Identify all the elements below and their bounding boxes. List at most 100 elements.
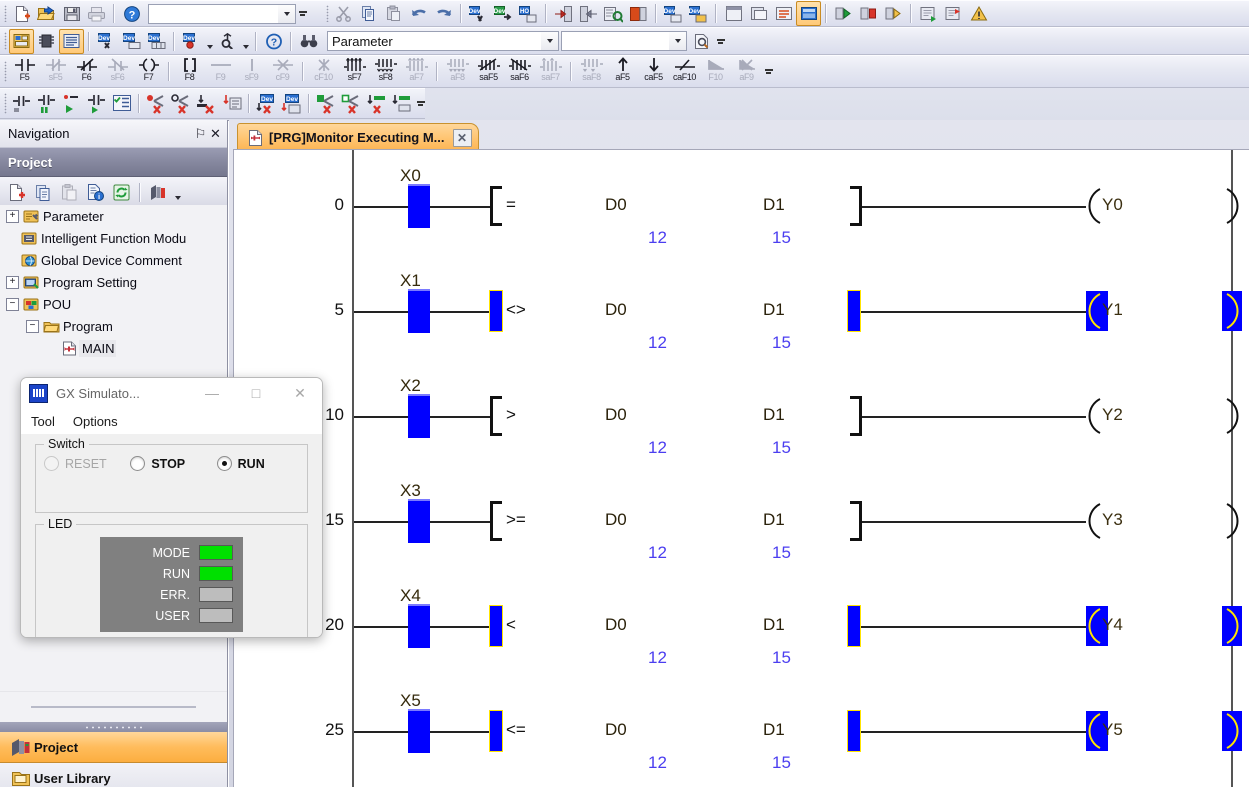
find-document-button[interactable] [689,29,714,54]
clear-all-settings-button[interactable] [314,91,339,116]
window-list-button[interactable] [746,1,771,26]
invert-operation-results-button[interactable]: saF6 [504,56,535,87]
data-property-button[interactable]: i [83,180,108,205]
delete-all-breakpoints-button[interactable] [144,91,169,116]
monitor-mode-button[interactable] [9,91,34,116]
input-contact[interactable] [408,709,430,753]
warning-button[interactable] [966,1,991,26]
ladder-rung[interactable]: 0 X0 = D0 12 D1 15 Y0 [234,164,1249,269]
coil-button[interactable]: F7 [133,56,164,87]
tree-item-main[interactable]: MAIN [0,337,227,359]
device-replace-button[interactable]: Dev [491,1,516,26]
nav-bottom-item-user-library[interactable]: User Library [0,763,227,787]
device-grid-button[interactable]: Dev [144,29,169,54]
device-find-button[interactable]: Dev [466,1,491,26]
monitor-start-button[interactable] [831,1,856,26]
help-button[interactable]: ? [119,1,144,26]
copy-button[interactable] [356,1,381,26]
gx-simulator-dialog[interactable]: GX Simulato... — □ ✕ Tool Options Switch… [20,377,323,638]
view-switch-button[interactable] [146,180,171,205]
save-button[interactable] [59,1,84,26]
clear-skip-range-button[interactable] [194,91,219,116]
rising-pulse-button[interactable]: sF7 [339,56,370,87]
clear-setting-button[interactable] [339,91,364,116]
horizontal-line-button[interactable]: F9 [205,56,236,87]
falling-pulse-branch-button[interactable]: aF8 [442,56,473,87]
toolbar-grip[interactable] [324,1,331,26]
paste-data-button[interactable] [57,180,82,205]
quick-search-combo[interactable] [148,3,296,24]
find-binoculars-icon[interactable] [296,29,321,54]
switch-radio-stop[interactable]: STOP [130,456,212,471]
device-monitor-2-button[interactable]: Dev [686,1,711,26]
scan-stop-button[interactable] [364,91,389,116]
open-contact-button[interactable]: F5 [9,56,40,87]
invert-line-button[interactable]: caF10 [669,56,700,87]
close-icon[interactable]: ✕ [452,128,472,147]
print-button[interactable] [84,1,109,26]
chevron-down-icon[interactable] [669,32,686,50]
close-button[interactable]: ✕ [278,379,322,408]
input-contact[interactable] [408,604,430,648]
tree-item-pou[interactable]: − POU [0,293,227,315]
write-to-plc-button[interactable] [551,1,576,26]
ladder-rung[interactable]: 10 X2 > D0 12 D1 15 Y2 [234,374,1249,479]
delete-horizontal-line-button[interactable]: cF9 [267,56,298,87]
open-branch-button[interactable]: F6 [71,56,102,87]
closed-branch-button[interactable]: sF6 [102,56,133,87]
monitor-resume-button[interactable] [59,91,84,116]
cut-button[interactable] [331,1,356,26]
input-contact[interactable] [408,289,430,333]
toolbar-overflow-button[interactable] [414,89,427,118]
read-from-plc-button[interactable] [576,1,601,26]
monitor-condition-button[interactable] [109,91,134,116]
tree-item-program[interactable]: − Program [0,315,227,337]
vertical-line-button[interactable]: sF9 [236,56,267,87]
refresh-button[interactable] [109,180,134,205]
device-breakpoint-delete-button[interactable]: Dev [254,91,279,116]
scan-monitor-button[interactable] [389,91,414,116]
tree-item-intelligent-function-modu[interactable]: Intelligent Function Modu [0,227,227,249]
pin-icon[interactable]: ⚐ [193,126,208,142]
device-batch-button[interactable]: HO [516,1,541,26]
navigation-window-button[interactable] [9,28,34,54]
toolbar-grip[interactable] [2,1,9,26]
sampling-trace-button[interactable] [215,29,240,54]
new-data-button[interactable] [5,180,30,205]
switch-radio-run[interactable]: RUN [216,456,299,471]
input-contact[interactable] [408,499,430,543]
rising-pulse-branch-button[interactable]: aF7 [401,56,432,87]
application-instruction-button[interactable]: F8 [174,56,205,87]
monitor-stop-button[interactable] [856,1,881,26]
device-list-button[interactable]: Dev [119,29,144,54]
up-arrow-button[interactable]: aF5 [607,56,638,87]
pane-resize-grip[interactable] [0,722,227,732]
output-window-button[interactable] [59,28,84,54]
docked-window-button[interactable] [721,1,746,26]
dialog-titlebar[interactable]: GX Simulato... — □ ✕ [21,378,322,409]
new-project-button[interactable] [9,1,34,26]
parameter-combo[interactable]: Parameter [327,31,559,51]
sampling-trace-dropdown[interactable] [240,30,251,53]
monitor-write-button[interactable] [881,1,906,26]
paste-button[interactable] [381,1,406,26]
ladder-rung[interactable]: 20 X4 < D0 12 D1 15 Y4 [234,584,1249,689]
rising-pulse-branch-alt-button[interactable]: saF7 [535,56,566,87]
ladder-rung[interactable]: 25 X5 <= D0 12 D1 15 Y5 [234,689,1249,787]
device-monitor-1-button[interactable]: Dev [661,1,686,26]
tree-item-global-device-comment[interactable]: Global Device Comment [0,249,227,271]
ladder-mode-button[interactable] [796,1,821,26]
menu-item-options[interactable]: Options [73,414,118,429]
collapse-icon[interactable]: − [26,319,39,333]
menu-item-tool[interactable]: Tool [31,414,55,429]
closed-contact-button[interactable]: sF5 [40,56,71,87]
device-test-dropdown[interactable] [204,30,215,53]
invert-pulse-button[interactable]: saF5 [473,56,504,87]
device-search-button[interactable]: Dev [94,29,119,54]
toolbar-grip[interactable] [2,28,9,54]
tree-item-program-setting[interactable]: + Program Setting [0,271,227,293]
help-topics-button[interactable]: ? [261,29,286,54]
element-selection-button[interactable] [34,29,59,54]
simulation-start-button[interactable] [916,1,941,26]
ladder-rung[interactable]: 15 X3 >= D0 12 D1 15 Y3 [234,479,1249,584]
